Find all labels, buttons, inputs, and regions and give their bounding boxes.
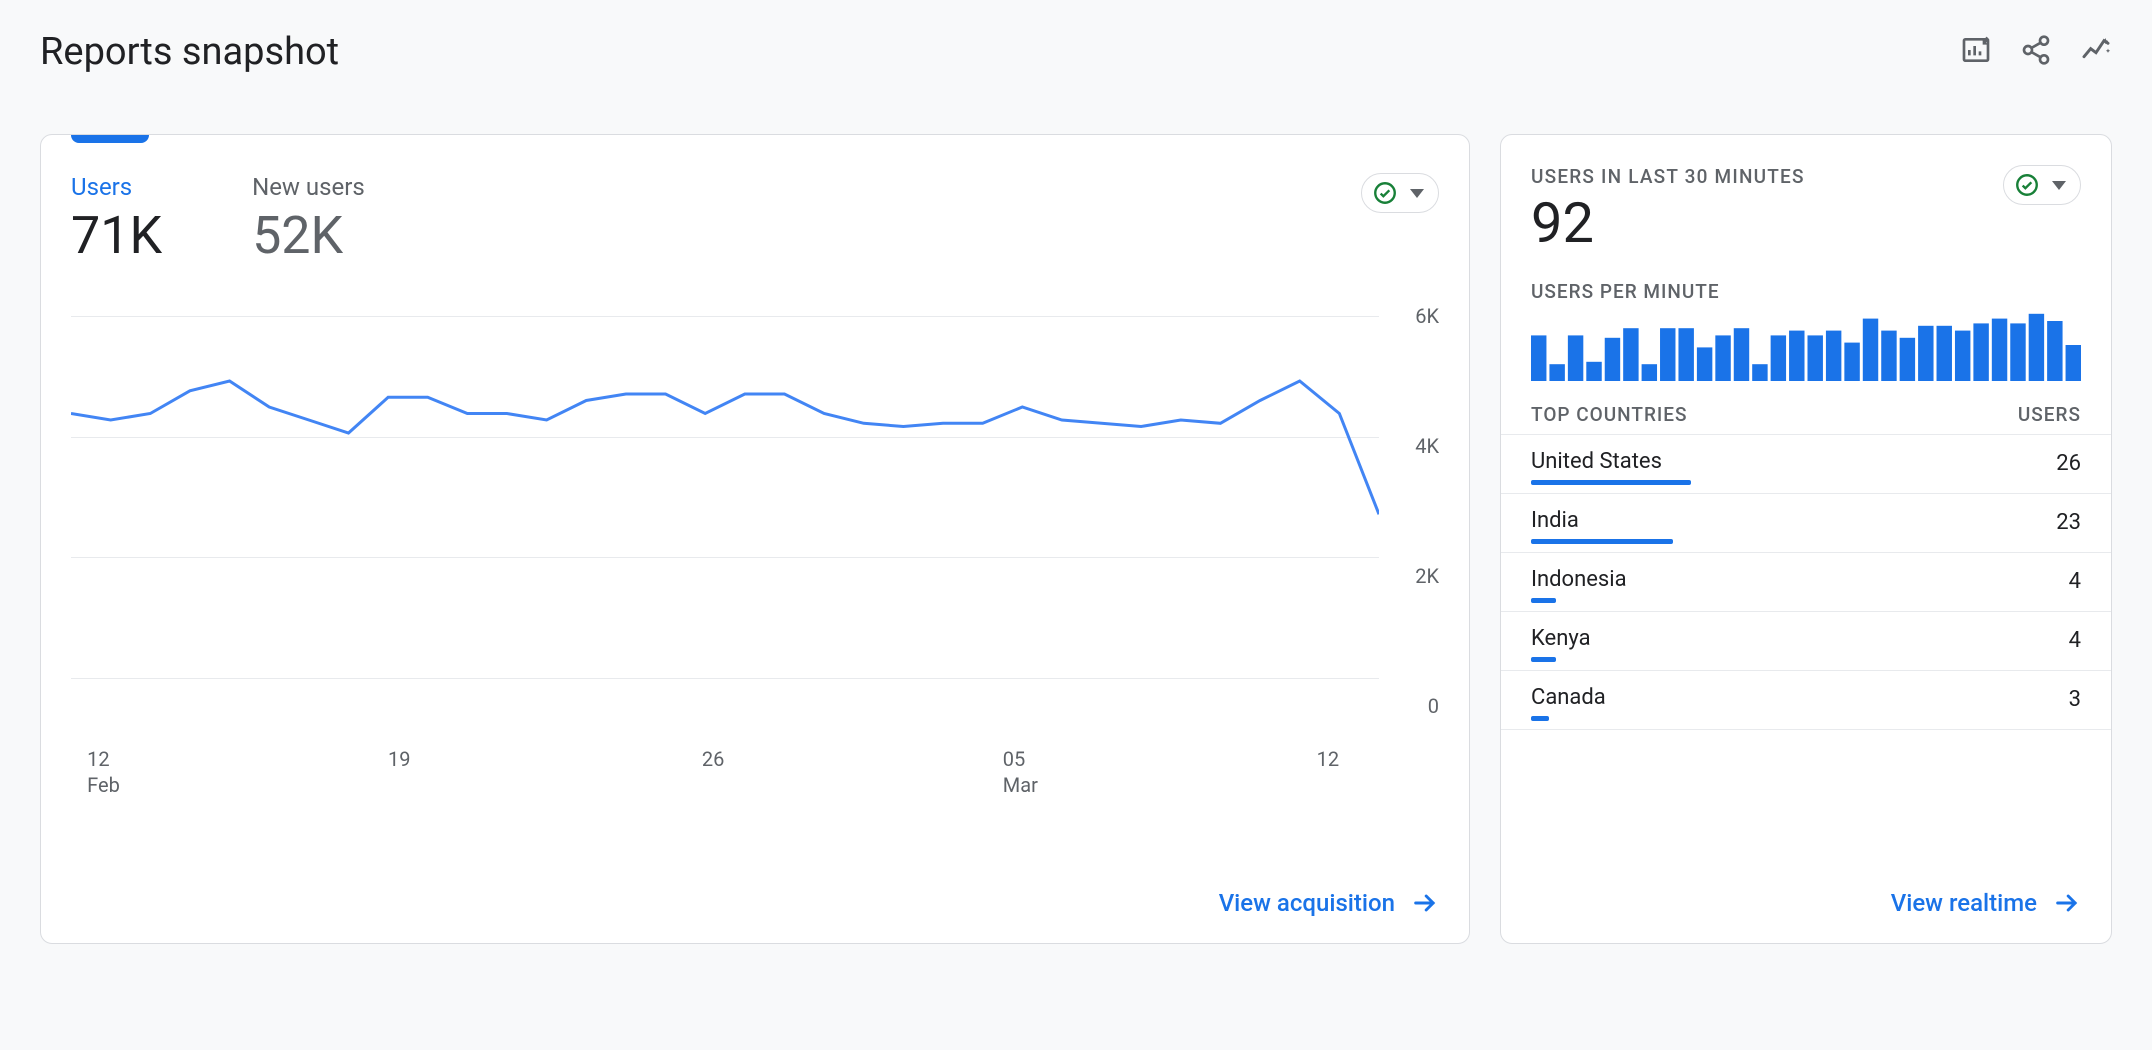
x-tick: 12: [1317, 746, 1339, 772]
metric-label: Users: [71, 173, 162, 201]
x-tick: 12Feb: [87, 746, 120, 798]
x-tick: 19: [388, 746, 410, 772]
x-tick: 05Mar: [1003, 746, 1038, 798]
arrow-right-icon: [2053, 889, 2081, 917]
metrics-row: Users 71K New users 52K: [41, 143, 1469, 276]
metric-new-users[interactable]: New users 52K: [252, 173, 365, 266]
active-tab-indicator: [71, 135, 149, 143]
realtime-value: 92: [1531, 190, 2081, 256]
country-bar: [1531, 598, 1556, 603]
arrow-right-icon: [1411, 889, 1439, 917]
country-bar: [1531, 539, 1673, 544]
users-per-minute-label: USERS PER MINUTE: [1501, 262, 2111, 309]
metric-users[interactable]: Users 71K: [71, 173, 162, 266]
edit-chart-icon[interactable]: [1960, 34, 1992, 70]
x-tick-label: 12: [1317, 746, 1339, 772]
country-row[interactable]: India 23: [1501, 494, 2111, 553]
y-tick-label: 2K: [1389, 564, 1439, 588]
country-name: Kenya: [1531, 626, 2069, 651]
check-circle-icon: [1372, 180, 1398, 206]
country-row[interactable]: United States 26: [1501, 435, 2111, 494]
country-row[interactable]: Indonesia 4: [1501, 553, 2111, 612]
insights-icon[interactable]: [2080, 34, 2112, 70]
x-tick-label: 19: [388, 746, 410, 772]
check-circle-icon: [2014, 172, 2040, 198]
header-actions: [1960, 34, 2112, 70]
country-users: 4: [2069, 567, 2081, 594]
country-name: India: [1531, 508, 2056, 533]
link-label: View realtime: [1891, 889, 2037, 917]
metric-value: 71K: [71, 205, 162, 266]
country-name: Indonesia: [1531, 567, 2069, 592]
country-users: 3: [2069, 685, 2081, 712]
x-axis: 12Feb192605Mar12: [71, 746, 1379, 806]
country-name: Canada: [1531, 685, 2069, 710]
line-chart-area: 02K4K6K: [71, 316, 1439, 736]
realtime-card: USERS IN LAST 30 MINUTES 92 USERS PER MI…: [1500, 134, 2112, 944]
x-tick-sublabel: Feb: [87, 772, 120, 798]
country-bar: [1531, 480, 1691, 485]
acquisition-card: Users 71K New users 52K: [40, 134, 1470, 944]
cards-row: Users 71K New users 52K: [40, 134, 2112, 944]
page-title: Reports snapshot: [40, 30, 339, 74]
chevron-down-icon: [2052, 181, 2066, 190]
share-icon[interactable]: [2020, 34, 2052, 70]
x-tick-label: 05: [1003, 746, 1038, 772]
country-users: 4: [2069, 626, 2081, 653]
x-tick-label: 26: [702, 746, 724, 772]
country-name: United States: [1531, 449, 2056, 474]
x-tick-sublabel: Mar: [1003, 772, 1038, 798]
metric-value: 52K: [252, 205, 365, 266]
y-tick-label: 4K: [1389, 434, 1439, 458]
status-dropdown[interactable]: [1361, 173, 1439, 213]
spark-bars: [1501, 309, 2111, 393]
metric-label: New users: [252, 173, 365, 201]
countries-header: TOP COUNTRIES USERS: [1501, 393, 2111, 435]
country-bar: [1531, 657, 1556, 662]
page-header: Reports snapshot: [40, 30, 2112, 74]
chevron-down-icon: [1410, 189, 1424, 198]
y-tick-label: 0: [1389, 694, 1439, 718]
country-row[interactable]: Kenya 4: [1501, 612, 2111, 671]
country-bar: [1531, 716, 1549, 721]
view-realtime-link[interactable]: View realtime: [1891, 889, 2081, 917]
countries-list: United States 26 India 23 Indonesia 4 Ke…: [1501, 435, 2111, 730]
countries-header-left: TOP COUNTRIES: [1531, 403, 1688, 426]
line-chart: [71, 316, 1379, 706]
x-tick-label: 12: [87, 746, 120, 772]
y-tick-label: 6K: [1389, 304, 1439, 328]
country-users: 26: [2056, 449, 2081, 476]
view-acquisition-link[interactable]: View acquisition: [1219, 889, 1439, 917]
country-users: 23: [2056, 508, 2081, 535]
countries-header-right: USERS: [2018, 403, 2081, 426]
realtime-heading: USERS IN LAST 30 MINUTES: [1531, 165, 2081, 188]
x-tick: 26: [702, 746, 724, 772]
status-dropdown[interactable]: [2003, 165, 2081, 205]
country-row[interactable]: Canada 3: [1501, 671, 2111, 730]
link-label: View acquisition: [1219, 889, 1395, 917]
